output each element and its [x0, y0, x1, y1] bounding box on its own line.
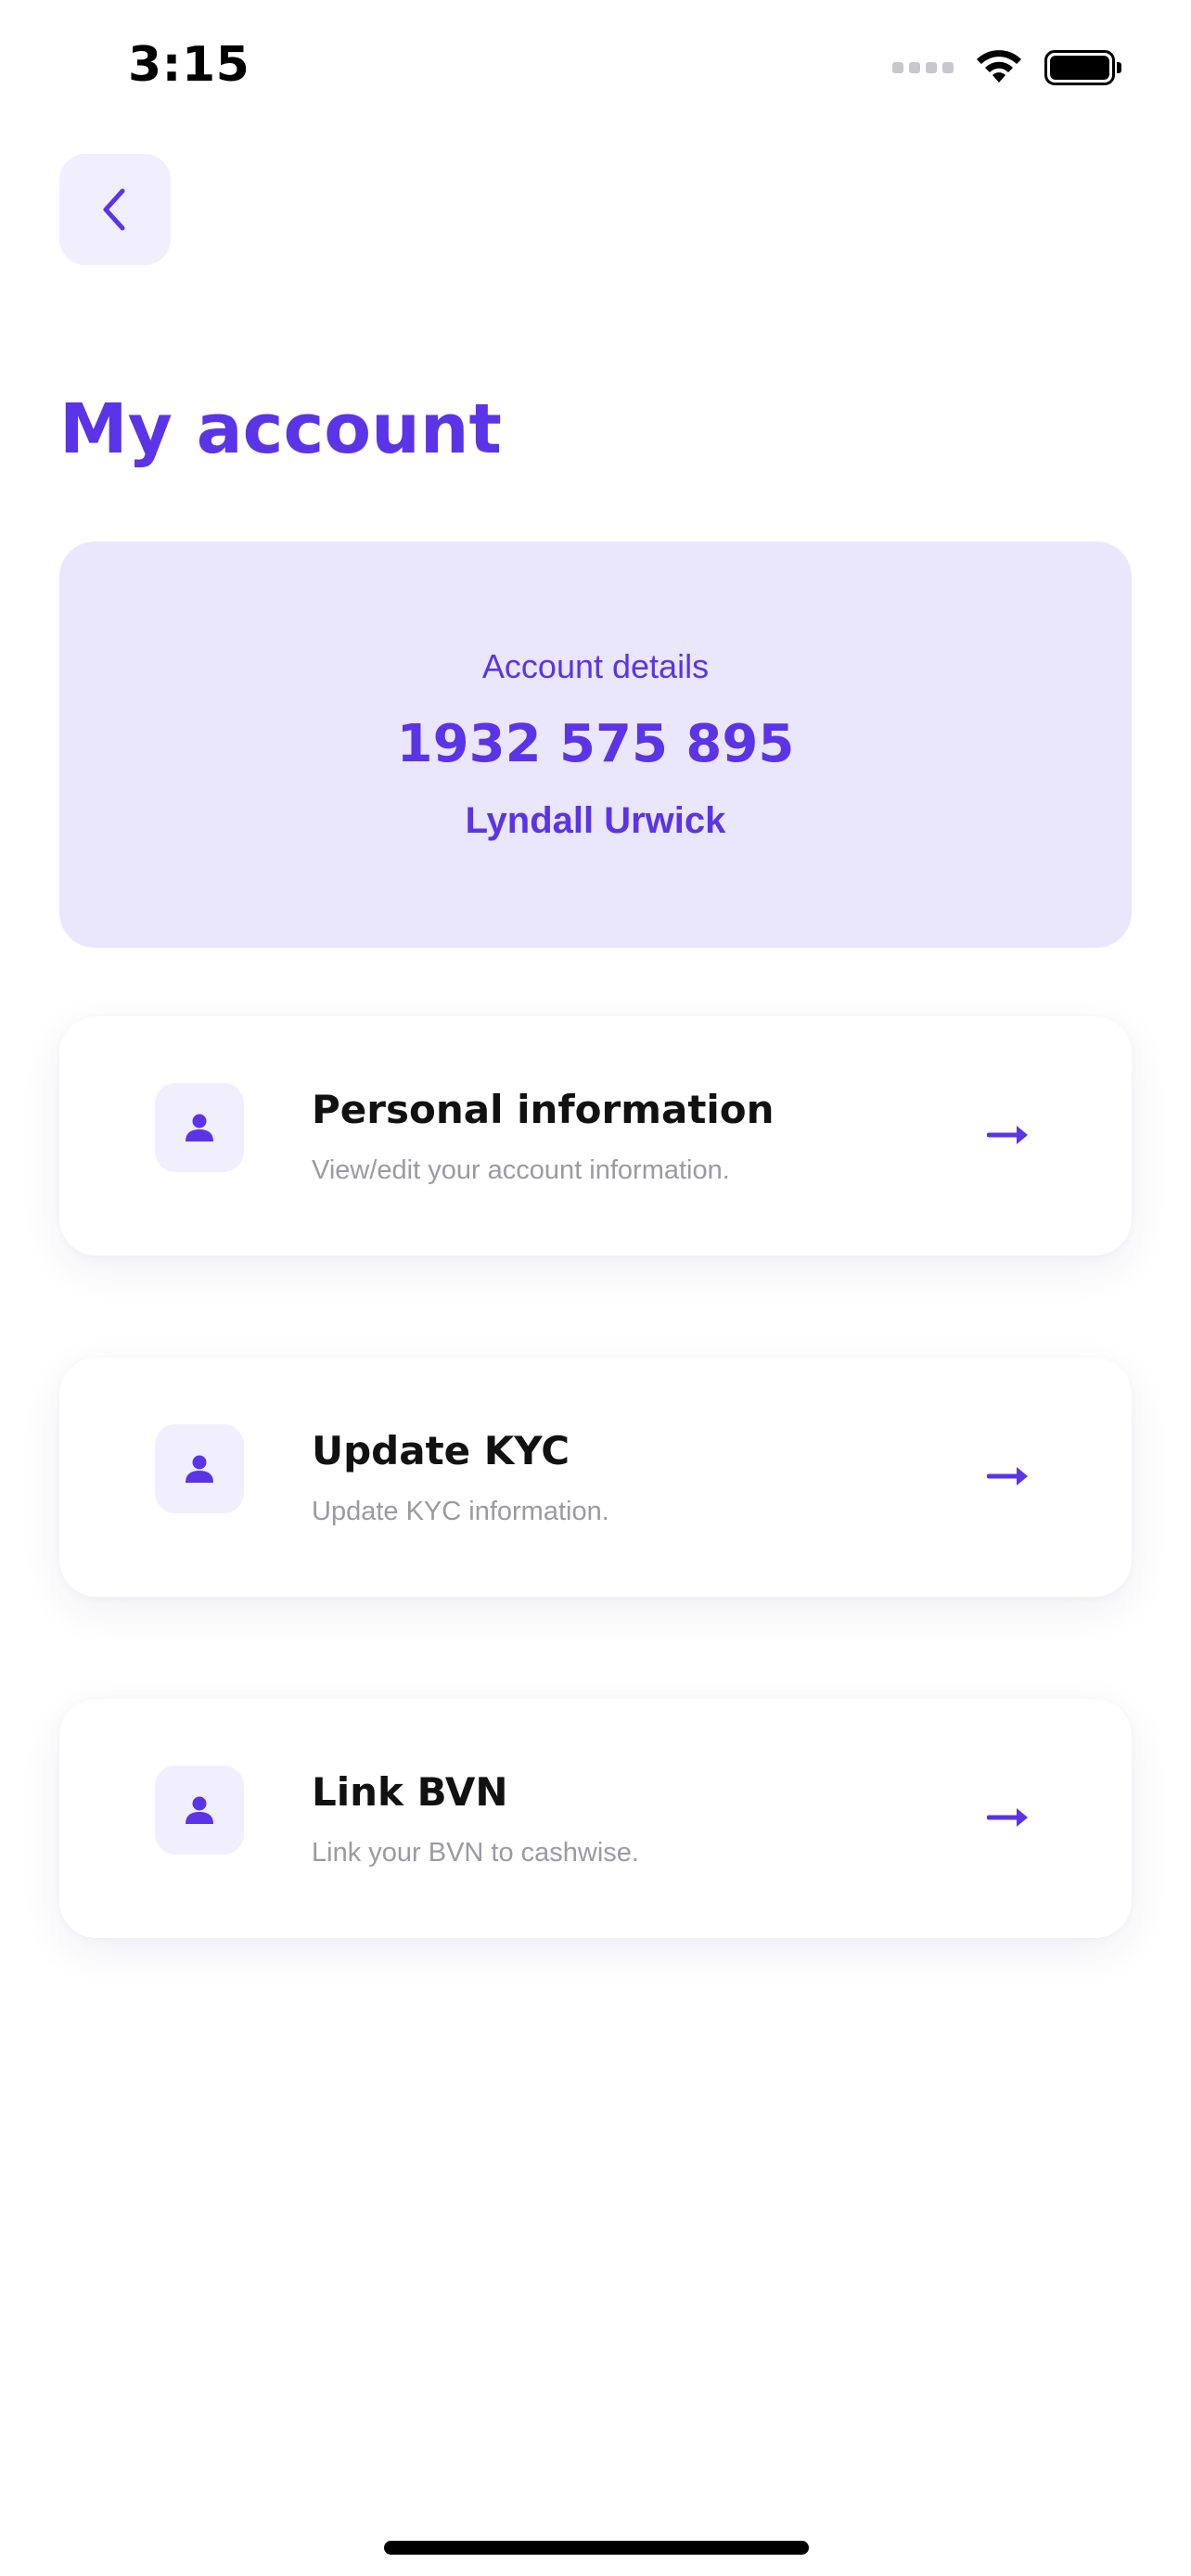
arrow-right-icon: [987, 1467, 1028, 1486]
person-icon: [186, 1455, 213, 1483]
cellular-signal-icon: [892, 62, 954, 73]
status-time: 3:15: [128, 37, 250, 93]
personal-information-card[interactable]: Personal information View/edit your acco…: [59, 1016, 1132, 1256]
account-holder-name: Lyndall Urwick: [465, 800, 726, 841]
update-kyc-card[interactable]: Update KYC Update KYC information.: [59, 1358, 1132, 1597]
arrow-right-icon: [987, 1126, 1028, 1144]
menu-item-subtitle: Link your BVN to cashwise.: [312, 1838, 639, 1868]
menu-icon-box: [155, 1424, 244, 1513]
link-bvn-card[interactable]: Link BVN Link your BVN to cashwise.: [59, 1699, 1132, 1938]
wifi-icon: [977, 50, 1021, 83]
status-bar: 3:15: [0, 0, 1191, 139]
menu-item-title: Update KYC: [312, 1428, 570, 1473]
person-icon: [186, 1796, 213, 1824]
account-number: 1932 575 895: [396, 714, 795, 774]
account-details-label: Account details: [481, 647, 710, 685]
account-details-card: Account details 1932 575 895 Lyndall Urw…: [59, 542, 1132, 948]
arrow-right-icon: [987, 1808, 1028, 1827]
status-indicators: [892, 46, 1121, 89]
battery-icon: [1044, 50, 1121, 85]
home-indicator[interactable]: [384, 2541, 809, 2555]
back-button[interactable]: [59, 154, 171, 265]
menu-item-subtitle: View/edit your account information.: [312, 1155, 730, 1185]
person-icon: [186, 1114, 213, 1141]
menu-icon-box: [155, 1766, 244, 1855]
chevron-left-icon: [103, 188, 125, 231]
page-title: My account: [59, 389, 502, 469]
menu-item-title: Personal information: [312, 1087, 775, 1132]
menu-item-title: Link BVN: [312, 1769, 508, 1815]
menu-icon-box: [155, 1083, 244, 1172]
menu-item-subtitle: Update KYC information.: [312, 1497, 609, 1526]
